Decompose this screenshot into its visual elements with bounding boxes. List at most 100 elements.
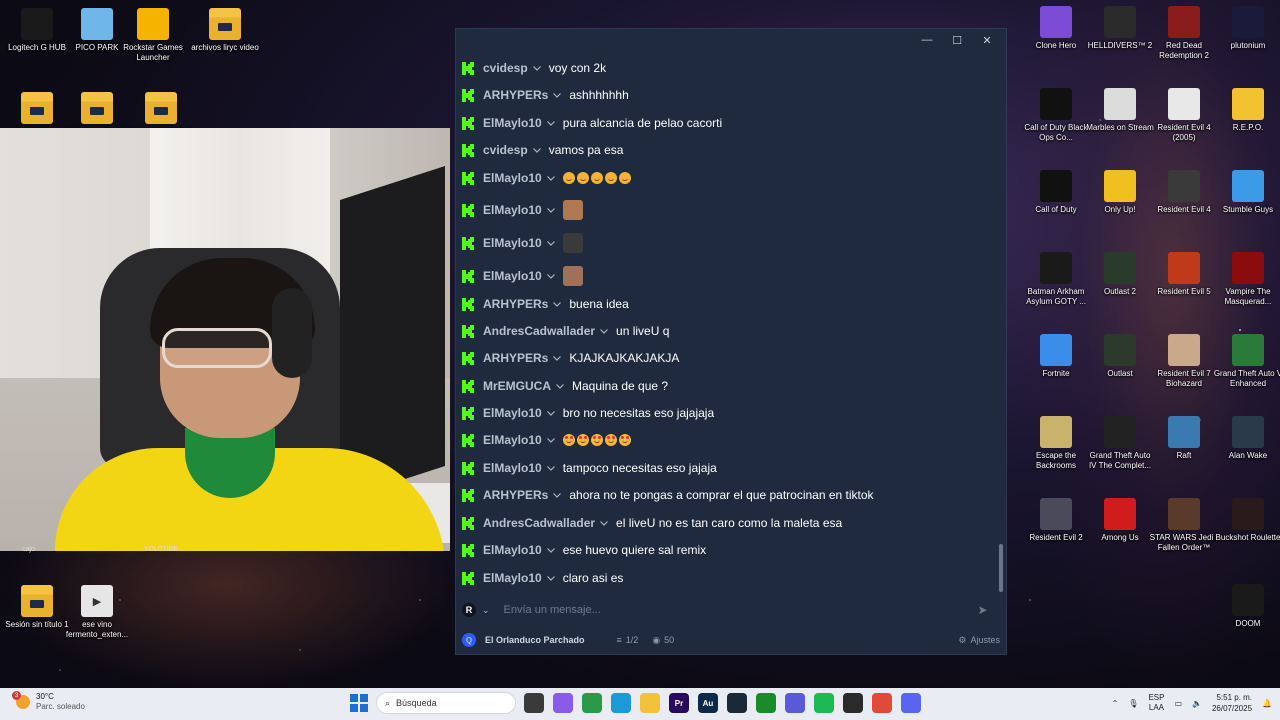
- desktop-icon[interactable]: Vampire The Masquerad...: [1213, 252, 1280, 307]
- chat-username[interactable]: AndresCadwallader: [483, 324, 595, 338]
- desktop-icon[interactable]: Buckshot Roulette: [1213, 498, 1280, 543]
- chevron-down-icon[interactable]: [546, 240, 557, 246]
- edge-icon[interactable]: [611, 693, 631, 713]
- chat-username[interactable]: AndresCadwallader: [483, 516, 595, 530]
- chat-username[interactable]: ElMaylo10: [483, 571, 542, 585]
- weather-widget[interactable]: 3 30°C Parc. soleado: [12, 691, 85, 712]
- network-icon[interactable]: ▭: [1174, 699, 1182, 708]
- desktop-icon[interactable]: Outlast: [1085, 334, 1155, 379]
- chat-message-input[interactable]: [503, 604, 974, 616]
- chat-message[interactable]: ElMaylo10 ese huevo quiere sal remix: [462, 540, 706, 560]
- chat-message[interactable]: ElMaylo10: [462, 430, 631, 450]
- chevron-down-icon[interactable]: [546, 410, 557, 416]
- maximize-button[interactable]: ☐: [942, 29, 972, 51]
- desktop-icon[interactable]: Among Us: [1085, 498, 1155, 543]
- desktop-icon[interactable]: Resident Evil 5: [1149, 252, 1219, 297]
- microphone-icon[interactable]: 🎙: [1128, 699, 1138, 708]
- desktop-icon[interactable]: Alan Wake: [1213, 416, 1280, 461]
- chevron-down-icon[interactable]: [553, 355, 563, 361]
- chevron-down-icon[interactable]: [532, 147, 543, 153]
- settings-button[interactable]: ⚙ Ajustes: [958, 635, 1000, 646]
- desktop-icon[interactable]: ▶ ese vino fermento_exten...: [62, 585, 132, 640]
- chat-message[interactable]: ARHYPERs KJAJKAJKAKJAKJA: [462, 348, 679, 368]
- chat-username[interactable]: MrEMGUCA: [483, 379, 551, 393]
- chevron-down-icon[interactable]: [546, 120, 557, 126]
- desktop-icon[interactable]: Outlast 2: [1085, 252, 1155, 297]
- minimize-button[interactable]: —: [912, 29, 942, 51]
- file-explorer-icon[interactable]: [524, 693, 544, 713]
- chevron-down-icon[interactable]: [546, 465, 557, 471]
- chevron-down-icon[interactable]: [546, 175, 557, 181]
- chevron-down-icon[interactable]: [556, 383, 566, 389]
- desktop-icon[interactable]: plutonium: [1213, 6, 1280, 51]
- close-button[interactable]: ✕: [972, 29, 1002, 51]
- start-button[interactable]: [350, 694, 368, 712]
- chat-message[interactable]: ElMaylo10 claro asi es: [462, 568, 623, 588]
- copilot-icon[interactable]: [553, 693, 573, 713]
- desktop-icon[interactable]: Call of Duty Black Ops Co...: [1021, 88, 1091, 143]
- chat-message[interactable]: ARHYPERs ashhhhhhh: [462, 85, 629, 105]
- chat-username[interactable]: ElMaylo10: [483, 171, 542, 185]
- chevron-down-icon[interactable]: [553, 492, 563, 498]
- spotify-icon[interactable]: [814, 693, 834, 713]
- premiere-icon[interactable]: Pr: [669, 693, 689, 713]
- desktop-icon[interactable]: Clone Hero: [1021, 6, 1091, 51]
- window-titlebar[interactable]: — ☐ ✕: [456, 29, 1006, 51]
- chat-username[interactable]: ElMaylo10: [483, 406, 542, 420]
- chevron-down-icon[interactable]: [546, 273, 557, 279]
- chat-username[interactable]: ElMaylo10: [483, 116, 542, 130]
- desktop-icon[interactable]: Stumble Guys: [1213, 170, 1280, 215]
- desktop-icon[interactable]: Escape the Backrooms: [1021, 416, 1091, 471]
- chrome-icon[interactable]: [582, 693, 602, 713]
- chat-scrollbar[interactable]: [999, 544, 1003, 592]
- folder-icon[interactable]: [640, 693, 660, 713]
- chevron-down-icon[interactable]: [553, 301, 563, 307]
- desktop-icon[interactable]: Fortnite: [1021, 334, 1091, 379]
- desktop-icon[interactable]: R.E.P.O.: [1213, 88, 1280, 133]
- chat-message[interactable]: cvidesp voy con 2k: [462, 58, 606, 78]
- desktop-icon[interactable]: Marbles on Stream: [1085, 88, 1155, 133]
- volume-icon[interactable]: 🔈: [1192, 699, 1202, 708]
- xbox-icon[interactable]: [756, 693, 776, 713]
- desktop-icon[interactable]: STAR WARS Jedi - Fallen Order™: [1149, 498, 1219, 553]
- desktop-icon[interactable]: DOOM: [1213, 584, 1280, 629]
- chat-username[interactable]: ElMaylo10: [483, 203, 542, 217]
- chevron-down-icon[interactable]: [546, 207, 557, 213]
- app-red-icon[interactable]: [872, 693, 892, 713]
- chat-username[interactable]: ARHYPERs: [483, 351, 548, 365]
- desktop-icon[interactable]: Resident Evil 4: [1149, 170, 1219, 215]
- desktop-icon[interactable]: Call of Duty: [1021, 170, 1091, 215]
- chat-username[interactable]: ElMaylo10: [483, 543, 542, 557]
- chat-username[interactable]: ElMaylo10: [483, 236, 542, 250]
- user-avatar[interactable]: R: [462, 603, 476, 617]
- channel-name[interactable]: El Orlanduco Parchado: [485, 635, 585, 645]
- chat-message[interactable]: cvidesp vamos pa esa: [462, 140, 623, 160]
- chevron-down-icon[interactable]: ⌄: [482, 605, 490, 616]
- chat-message[interactable]: ElMaylo10: [462, 168, 631, 188]
- chevron-down-icon[interactable]: [546, 547, 557, 553]
- chat-username[interactable]: ARHYPERs: [483, 488, 548, 502]
- chat-message[interactable]: ElMaylo10 bro no necesitas eso jajajaja: [462, 403, 714, 423]
- desktop-icon[interactable]: Resident Evil 7 Biohazard: [1149, 334, 1219, 389]
- chat-username[interactable]: ElMaylo10: [483, 461, 542, 475]
- discord-icon[interactable]: [901, 693, 921, 713]
- chevron-down-icon[interactable]: [600, 520, 610, 526]
- chat-message[interactable]: ElMaylo10 tampoco necesitas eso jajaja: [462, 458, 717, 478]
- chevron-down-icon[interactable]: [532, 65, 543, 71]
- desktop-icon[interactable]: Resident Evil 4 (2005): [1149, 88, 1219, 143]
- chat-message[interactable]: ElMaylo10 pura alcancia de pelao cacorti: [462, 113, 722, 133]
- desktop-icon[interactable]: HELLDIVERS™ 2: [1085, 6, 1155, 51]
- chat-username[interactable]: ElMaylo10: [483, 269, 542, 283]
- desktop-icon[interactable]: Red Dead Redemption 2: [1149, 6, 1219, 61]
- chevron-up-icon[interactable]: ⌃: [1112, 699, 1119, 708]
- chat-username[interactable]: cvidesp: [483, 143, 528, 157]
- steam-icon[interactable]: [727, 693, 747, 713]
- desktop-icon[interactable]: Resident Evil 2: [1021, 498, 1091, 543]
- desktop-icon[interactable]: Rockstar Games Launcher: [118, 8, 188, 63]
- chat-username[interactable]: ARHYPERs: [483, 88, 548, 102]
- chat-username[interactable]: cvidesp: [483, 61, 528, 75]
- chat-message-list[interactable]: cvidesp voy con 2k ARHYPERs ashhhhhhh ElMayl…: [456, 54, 996, 594]
- desktop-icon[interactable]: Grand Theft Auto V Enhanced: [1213, 334, 1280, 389]
- audition-icon[interactable]: Au: [698, 693, 718, 713]
- desktop-icon[interactable]: Batman Arkham Asylum GOTY ...: [1021, 252, 1091, 307]
